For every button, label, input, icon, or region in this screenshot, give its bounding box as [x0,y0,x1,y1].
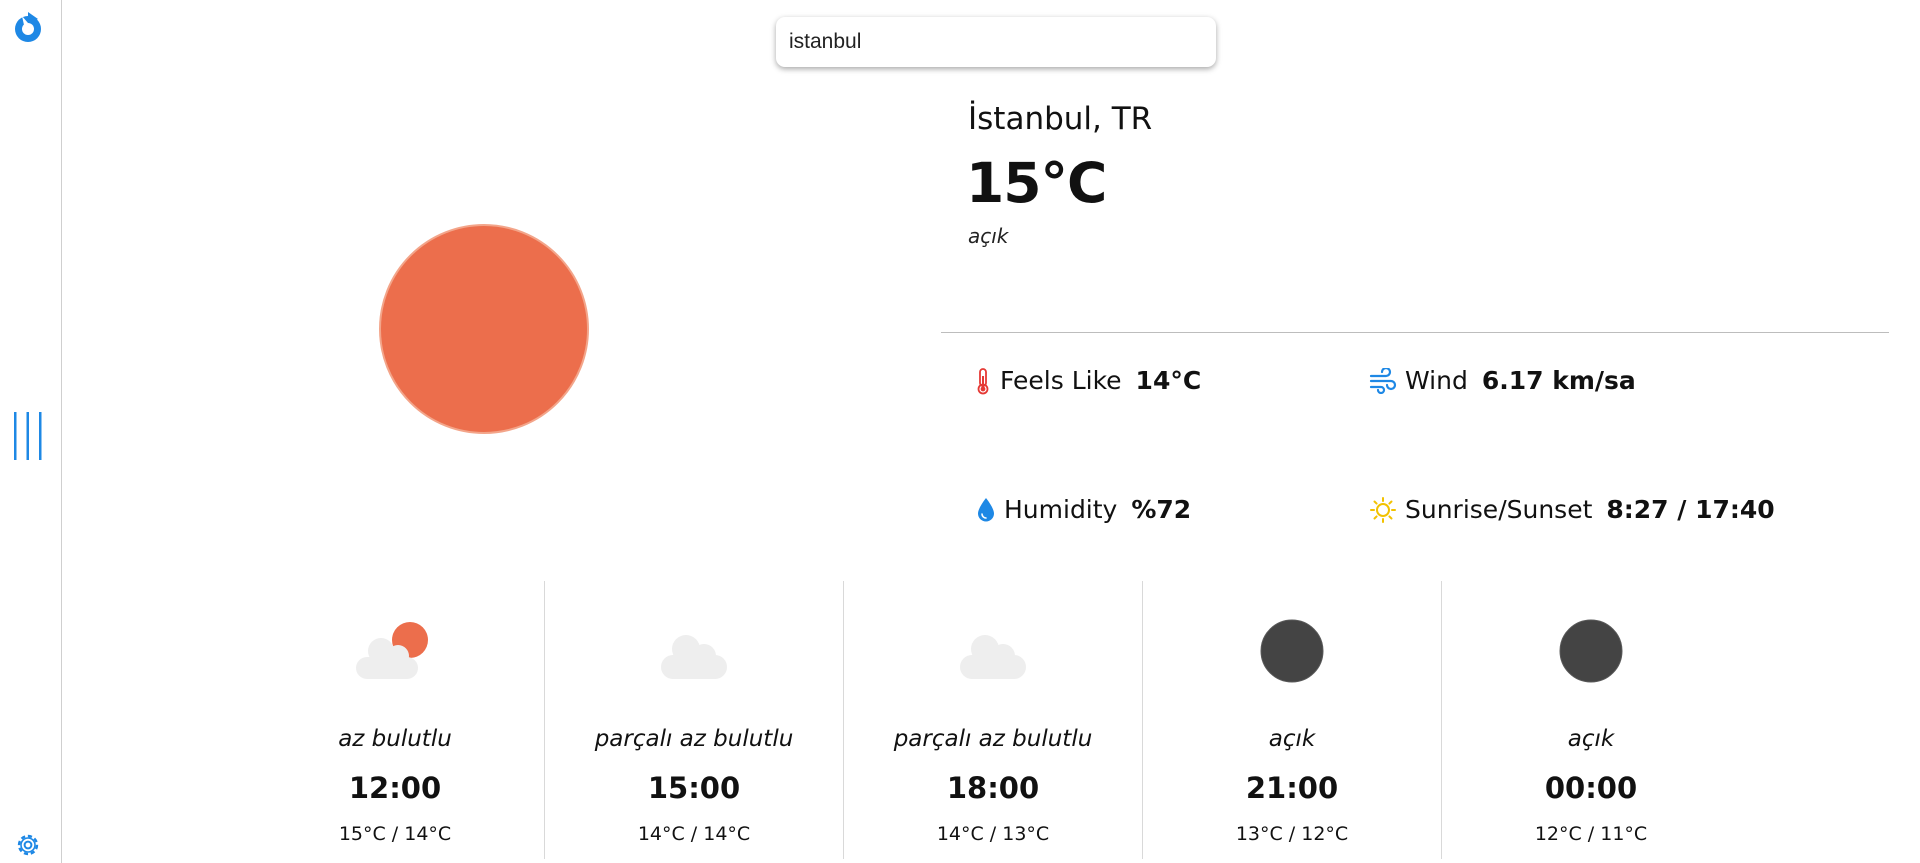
cloud-icon [661,635,727,679]
thermometer-icon [977,367,989,394]
wind-value: 6.17 km/sa [1481,366,1636,395]
forecast-item: açık 00:00 12°C / 11°C [1441,581,1740,859]
partly-cloudy-icon [356,622,428,679]
sunrise-sunset-stat: Sunrise/Sunset 8:27 / 17:40 [1369,495,1775,524]
moon-icon [1559,619,1623,683]
forecast-time: 21:00 [1245,771,1339,805]
forecast-temperature-range: 13°C / 12°C [1235,823,1349,845]
forecast-item: az bulutlu 12:00 15°C / 14°C [246,581,544,859]
sunrise-sunset-value: 8:27 / 17:40 [1606,495,1775,524]
weather-description: açık [968,224,1009,248]
humidity-value: %72 [1131,495,1192,524]
sunrise-sunset-label: Sunrise/Sunset [1405,495,1593,524]
wind-label: Wind [1405,366,1468,395]
forecast-description: parçalı az bulutlu [594,726,794,752]
search-input[interactable] [776,17,1216,67]
forecast-temperature-range: 14°C / 14°C [637,823,751,845]
feels-like-value: 14°C [1135,366,1202,395]
forecast-item: parçalı az bulutlu 18:00 14°C / 13°C [843,581,1142,859]
droplet-icon [978,497,994,521]
forecast-item: açık 21:00 13°C / 12°C [1142,581,1441,859]
moon-icon [1260,619,1324,683]
forecast-description: açık [1268,726,1316,752]
current-temperature: 15°C [966,151,1107,215]
wind-icon [1369,367,1397,394]
wind-stat: Wind 6.17 km/sa [1369,366,1636,395]
humidity-label: Humidity [1004,495,1118,524]
sun-icon [379,224,589,434]
settings-gear-icon[interactable] [13,830,43,860]
humidity-stat: Humidity %72 [976,495,1191,524]
sun-outline-icon [1370,496,1396,523]
sidebar [0,0,62,863]
hourly-forecast: az bulutlu 12:00 15°C / 14°C parçalı az … [246,581,1740,859]
feels-like-stat: Feels Like 14°C [974,366,1201,395]
logo-icon[interactable] [11,11,45,45]
feels-like-label: Feels Like [1000,366,1122,395]
forecast-time: 12:00 [348,771,442,805]
forecast-description: az bulutlu [338,726,452,752]
forecast-time: 18:00 [946,771,1040,805]
forecast-time: 00:00 [1544,771,1638,805]
forecast-description: açık [1567,726,1615,752]
forecast-description: parçalı az bulutlu [893,726,1093,752]
forecast-temperature-range: 14°C / 13°C [936,823,1050,845]
cloud-icon [960,635,1026,679]
city-name: İstanbul, TR [968,101,1153,137]
forecast-temperature-range: 15°C / 14°C [338,823,452,845]
forecast-temperature-range: 12°C / 11°C [1534,823,1648,845]
menu-bars-icon[interactable] [12,412,44,460]
forecast-time: 15:00 [647,771,741,805]
divider [941,332,1889,333]
forecast-item: parçalı az bulutlu 15:00 14°C / 14°C [544,581,843,859]
